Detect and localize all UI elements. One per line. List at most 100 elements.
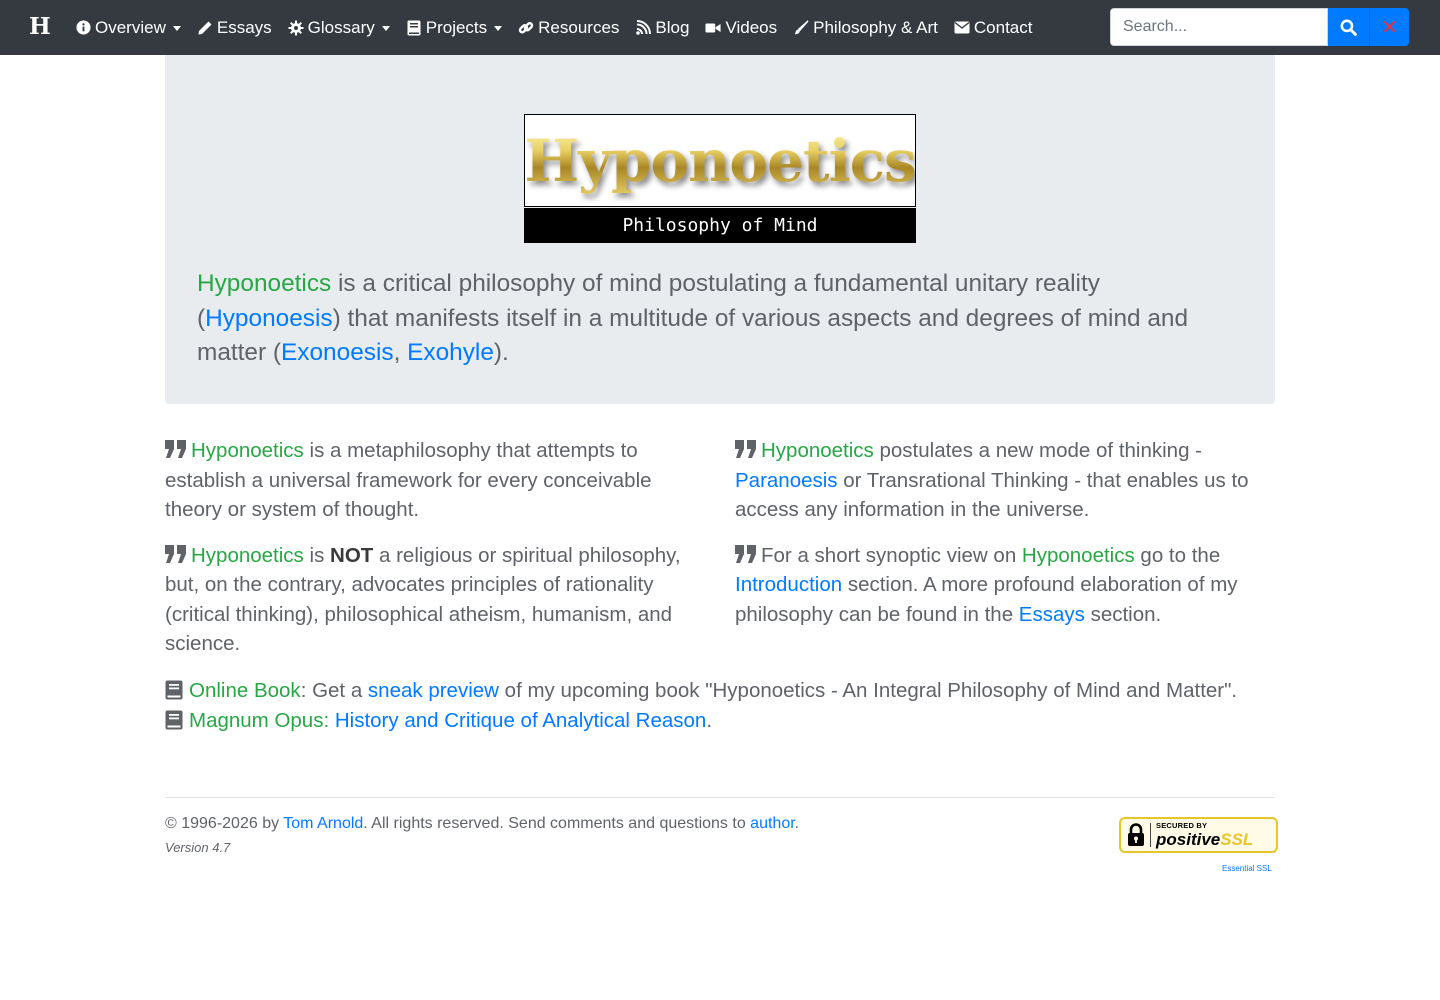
ssl-brand: positiveSSL xyxy=(1156,831,1253,848)
nav-menu: Overview Essays Glossary Projects Resour… xyxy=(75,0,1048,55)
copyright-text: © 1996-2026 by Tom Arnold. All rights re… xyxy=(165,813,799,835)
padlock-icon xyxy=(1128,823,1144,846)
book-item-online: Online Book: Get a sneak preview of my u… xyxy=(165,676,1275,706)
search-form: ✕ xyxy=(1110,8,1409,46)
copyright-segment: . xyxy=(794,815,800,832)
quote-right-icon xyxy=(165,544,186,563)
envelope-icon xyxy=(954,20,970,36)
nav-item-label: Resources xyxy=(538,17,620,37)
link-critique-analytical-reason[interactable]: History and Critique of Analytical Reaso… xyxy=(335,709,706,732)
book-icon xyxy=(165,710,183,729)
search-button[interactable] xyxy=(1328,8,1369,46)
ssl-secured-by: SECURED BY xyxy=(1156,821,1208,831)
nav-item-label: Glossary xyxy=(307,17,375,37)
copyright-segment: . All rights reserved. Send comments and… xyxy=(363,815,751,832)
search-input[interactable] xyxy=(1110,8,1328,46)
ssl-caption-link[interactable]: Essential SSL xyxy=(1222,864,1272,873)
book-icon xyxy=(406,20,422,36)
nav-item-label: Overview xyxy=(95,17,166,37)
link-hyponoetics[interactable]: Hyponoetics xyxy=(191,544,304,567)
site-logo: Hyponoetics xyxy=(524,114,916,207)
link-introduction[interactable]: Introduction xyxy=(735,573,842,596)
paintbrush-icon xyxy=(793,19,809,36)
link-online-book[interactable]: Online Book xyxy=(189,679,301,702)
link-exohyle[interactable]: Exohyle xyxy=(407,339,494,366)
copyright-segment: © 1996-2026 by xyxy=(165,815,284,832)
nav-item-blog[interactable]: Blog xyxy=(635,18,689,38)
nav-item-overview[interactable]: Overview xyxy=(75,18,181,38)
emphasis-not: NOT xyxy=(330,543,374,567)
nav-item-label: Philosophy & Art xyxy=(813,17,938,37)
quote-paragraph: Hyponoetics postulates a new mode of thi… xyxy=(735,436,1275,525)
version-label: Version 4.7 xyxy=(165,840,231,855)
paragraph-text: of my upcoming book "Hyponoetics - An In… xyxy=(498,679,1238,702)
ssl-divider xyxy=(1150,823,1151,847)
brand-logo[interactable]: H xyxy=(29,12,53,42)
nav-item-videos[interactable]: Videos xyxy=(705,18,777,38)
quote-right-icon xyxy=(735,544,756,563)
info-circle-icon xyxy=(75,20,91,36)
chevron-down-icon xyxy=(172,26,181,31)
paragraph-text: section. xyxy=(1084,602,1162,626)
lead-text-segment: , xyxy=(393,339,408,366)
footer-divider xyxy=(165,797,1275,798)
link-tom-arnold[interactable]: Tom Arnold xyxy=(283,815,363,832)
quote-paragraph: Hyponoetics is a metaphilosophy that att… xyxy=(165,436,705,525)
clear-search-button[interactable]: ✕ xyxy=(1369,8,1409,46)
nav-item-contact[interactable]: Contact xyxy=(954,17,1033,38)
nav-item-label: Videos xyxy=(725,17,778,37)
magnum-opus-label: Magnum Opus: xyxy=(189,708,335,732)
nav-item-label: Blog xyxy=(655,17,690,37)
link-sneak-preview[interactable]: sneak preview xyxy=(368,679,499,702)
quote-right-icon xyxy=(165,440,186,458)
ssl-brand-ssl: SSL xyxy=(1220,829,1254,849)
link-paranoesis[interactable]: Paranoesis xyxy=(735,469,838,492)
nav-item-label: Projects xyxy=(425,17,488,37)
search-icon xyxy=(1340,19,1357,36)
ssl-brand-positive: positive xyxy=(1156,829,1221,849)
link-author-contact[interactable]: author xyxy=(750,815,794,832)
link-hyponoetics[interactable]: Hyponoetics xyxy=(191,439,304,462)
link-hyponoetics[interactable]: Hyponoetics xyxy=(197,270,331,297)
nav-item-essays[interactable]: Essays xyxy=(197,18,272,38)
book-links: Online Book: Get a sneak preview of my u… xyxy=(165,676,1275,735)
rss-icon xyxy=(635,19,652,36)
logo-wordmark: Hyponoetics xyxy=(524,126,916,195)
right-column: Hyponoetics postulates a new mode of thi… xyxy=(735,436,1275,645)
hero-jumbotron: Hyponoetics Philosophy of Mind Hyponoeti… xyxy=(165,55,1275,404)
link-hyponoetics[interactable]: Hyponoetics xyxy=(761,439,874,462)
link-hyponoetics[interactable]: Hyponoetics xyxy=(1022,544,1135,567)
paragraph-text: : Get a xyxy=(300,679,368,702)
top-navbar: H Overview Essays Glossary Projects Reso… xyxy=(0,0,1440,55)
logo-subtitle: Philosophy of Mind xyxy=(524,208,916,243)
book-icon xyxy=(165,680,183,700)
paragraph-text: . xyxy=(706,708,713,732)
nav-item-label: Essays xyxy=(216,17,272,37)
quote-paragraph: Hyponoetics is NOT a religious or spirit… xyxy=(165,541,705,659)
ssl-text: SECURED BY positiveSSL xyxy=(1156,822,1253,848)
paragraph-text: postulates a new mode of thinking - xyxy=(873,439,1203,462)
book-item-magnum-opus: Magnum Opus: History and Critique of Ana… xyxy=(165,706,1275,736)
link-essays[interactable]: Essays xyxy=(1019,603,1085,626)
close-icon: ✕ xyxy=(1381,15,1398,39)
video-camera-icon xyxy=(705,20,722,36)
ssl-seal-badge[interactable]: SECURED BY positiveSSL xyxy=(1119,817,1278,853)
pencil-icon xyxy=(197,20,213,36)
link-exonoesis[interactable]: Exonoesis xyxy=(281,339,394,366)
nav-item-projects[interactable]: Projects xyxy=(406,17,503,38)
gear-icon xyxy=(288,20,304,36)
paragraph-text: For a short synoptic view on xyxy=(761,543,1022,567)
nav-item-glossary[interactable]: Glossary xyxy=(288,18,390,38)
link-icon xyxy=(518,20,534,36)
hero-lead-text: Hyponoetics is a critical philosophy of … xyxy=(197,267,1243,371)
quote-paragraph: For a short synoptic view on Hyponoetics… xyxy=(735,541,1275,630)
left-column: Hyponoetics is a metaphilosophy that att… xyxy=(165,436,705,675)
link-hyponoesis[interactable]: Hyponoesis xyxy=(205,305,332,332)
nav-item-resources[interactable]: Resources xyxy=(518,18,619,38)
quote-right-icon xyxy=(735,440,756,458)
chevron-down-icon xyxy=(494,26,503,31)
paragraph-text: go to the xyxy=(1134,543,1221,567)
nav-item-philosophy-art[interactable]: Philosophy & Art xyxy=(793,18,938,38)
nav-item-label: Contact xyxy=(973,17,1033,37)
chevron-down-icon xyxy=(381,26,390,31)
